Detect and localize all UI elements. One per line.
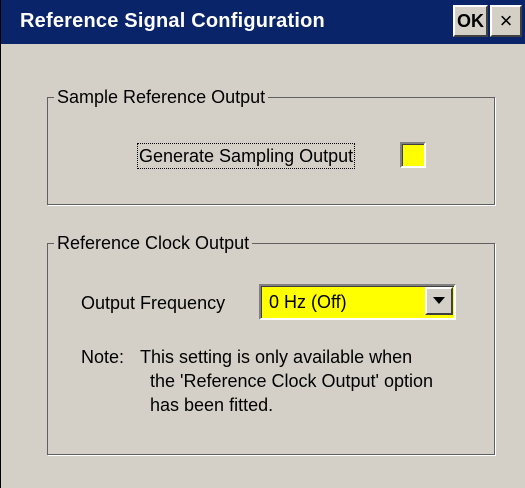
note-line: the 'Reference Clock Output' option — [150, 371, 434, 391]
output-frequency-select[interactable]: 0 Hz (Off) — [259, 284, 456, 320]
note-line: has been fitted. — [150, 395, 274, 415]
reference-signal-dialog: Reference Signal Configuration OK × Samp… — [0, 0, 525, 488]
reference-clock-output-label: Reference Clock Output — [54, 231, 253, 255]
close-icon: × — [499, 8, 513, 33]
chevron-down-icon — [433, 297, 445, 304]
generate-sampling-output-checkbox[interactable] — [400, 142, 426, 168]
checkbox-bevel — [402, 144, 424, 166]
generate-sampling-output-label[interactable]: Generate Sampling Output — [137, 143, 356, 169]
title-bar: Reference Signal Configuration OK × — [1, 0, 525, 44]
output-frequency-label: Output Frequency — [81, 293, 226, 313]
dropdown-button[interactable] — [425, 287, 453, 315]
ok-button[interactable]: OK — [453, 5, 488, 37]
close-button[interactable]: × — [490, 5, 522, 37]
sample-reference-output-label: Sample Reference Output — [54, 85, 269, 109]
note-label: Note: — [81, 347, 125, 367]
note-line: This setting is only available when — [140, 347, 413, 367]
window-title: Reference Signal Configuration — [20, 10, 325, 32]
output-frequency-value: 0 Hz (Off) — [269, 292, 347, 312]
